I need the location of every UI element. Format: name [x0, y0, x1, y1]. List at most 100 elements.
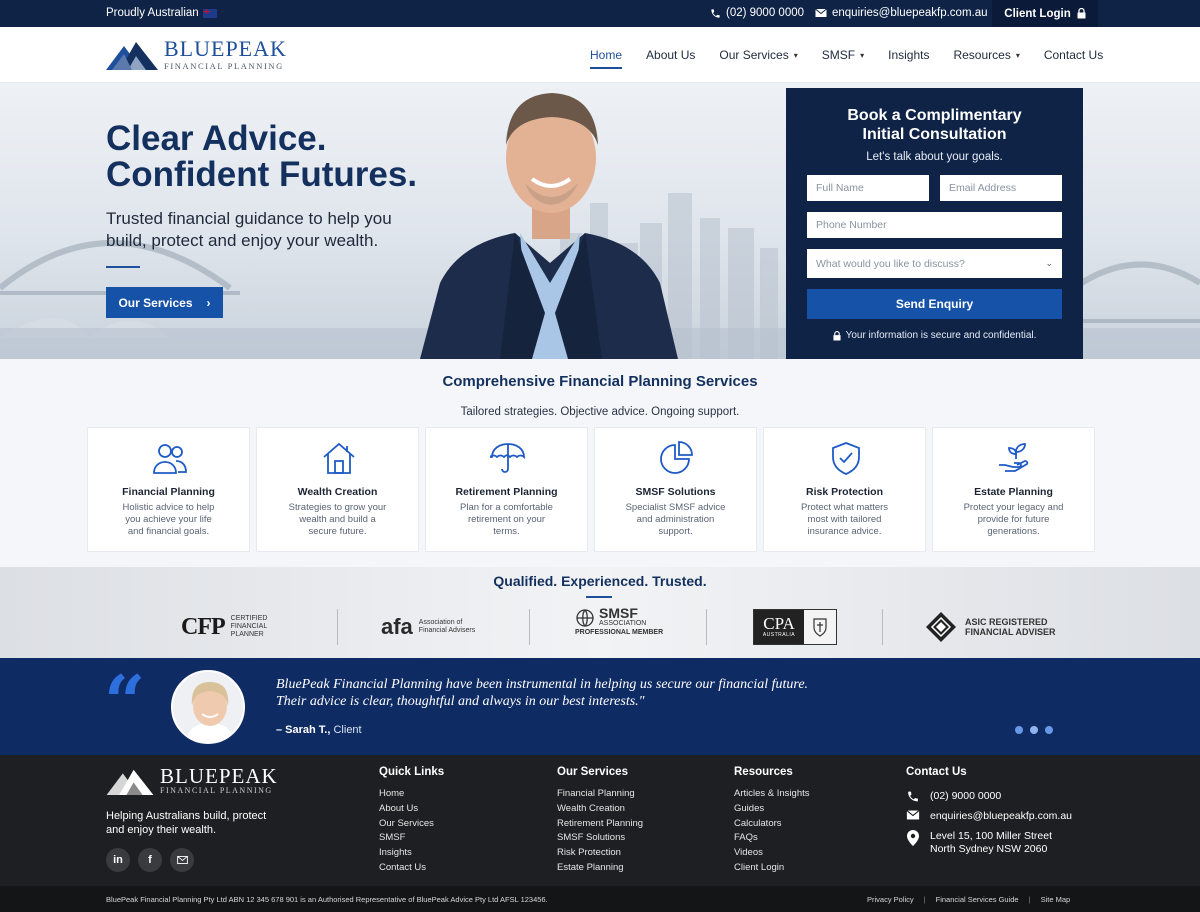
footer-link-calculators[interactable]: Calculators [734, 817, 810, 832]
topbar-email[interactable]: enquiries@bluepeakfp.com.au [815, 7, 988, 19]
hero-title: Clear Advice. Confident Futures. [106, 121, 417, 193]
badge-divider [882, 609, 883, 645]
secure-note: Your information is secure and confident… [786, 330, 1083, 341]
footer-link-smsf[interactable]: SMSF [379, 831, 444, 846]
crest-icon [813, 618, 827, 637]
footer-link-guides[interactable]: Guides [734, 802, 810, 817]
footer-link-retirement-planning[interactable]: Retirement Planning [557, 817, 643, 832]
footer-phone[interactable]: (02) 9000 0000 [906, 790, 1072, 803]
footer-link-estate-planning[interactable]: Estate Planning [557, 861, 643, 876]
footer-logo-subtitle: FINANCIAL PLANNING [160, 786, 273, 795]
testimonial-author-name: – Sarah T., [276, 724, 331, 736]
discuss-topic-select[interactable]: What would you like to discuss? ⌄ [807, 249, 1062, 278]
footer-link-insights[interactable]: Insights [379, 846, 444, 861]
footer-link-financial-planning[interactable]: Financial Planning [557, 787, 643, 802]
footer-logo[interactable]: BLUEPEAK FINANCIAL PLANNING [106, 766, 278, 795]
hero-divider [106, 266, 140, 268]
email-address-input[interactable] [940, 175, 1062, 201]
nav-smsf[interactable]: SMSF ▾ [810, 27, 876, 83]
site-logo[interactable]: BLUEPEAK FINANCIAL PLANNING [106, 36, 287, 71]
nav-insights[interactable]: Insights [876, 27, 941, 83]
footer-address-line1: Level 15, 100 Miller Street [930, 830, 1052, 842]
nav-resources-label: Resources [953, 48, 1011, 62]
footer-contact: Contact Us (02) 9000 0000 enquiries@blue… [906, 766, 1072, 863]
services-title: Comprehensive Financial Planning Service… [442, 373, 758, 390]
cpa-badge: CPA AUSTRALIA [753, 607, 837, 647]
service-card-smsf-solutions[interactable]: SMSF Solutions Specialist SMSF advice an… [594, 427, 757, 552]
footer-link-services[interactable]: Our Services [379, 817, 444, 832]
nav-services-label: Our Services [719, 48, 789, 62]
footer-link-videos[interactable]: Videos [734, 846, 810, 861]
footer-link-contact[interactable]: Contact Us [379, 861, 444, 876]
footer-link-home[interactable]: Home [379, 787, 444, 802]
legal-bar: BluePeak Financial Planning Pty Ltd ABN … [0, 886, 1200, 912]
house-icon [323, 442, 355, 474]
service-card-risk-protection[interactable]: Risk Protection Protect what matters mos… [763, 427, 926, 552]
footer-email[interactable]: enquiries@bluepeakfp.com.au [906, 810, 1072, 823]
legal-text: BluePeak Financial Planning Pty Ltd ABN … [106, 895, 548, 904]
footer-resources: Resources Articles & Insights Guides Cal… [734, 766, 810, 876]
footer-link-about[interactable]: About Us [379, 802, 444, 817]
our-services-title: Our Services [557, 766, 628, 778]
send-enquiry-button[interactable]: Send Enquiry [807, 289, 1062, 319]
site-header: BLUEPEAK FINANCIAL PLANNING Home About U… [0, 27, 1200, 83]
consultation-title-line1: Book a Complimentary [847, 107, 1022, 124]
service-card-title: Wealth Creation [297, 486, 378, 498]
nav-our-services[interactable]: Our Services ▾ [707, 27, 809, 83]
topbar-email-text: enquiries@bluepeakfp.com.au [832, 7, 988, 19]
footer-link-smsf-solutions[interactable]: SMSF Solutions [557, 831, 643, 846]
our-services-button[interactable]: Our Services › [106, 287, 223, 318]
tagline-text: Proudly Australian [106, 7, 199, 19]
nav-home[interactable]: Home [578, 27, 634, 83]
linkedin-glyph: in [113, 854, 123, 866]
footer-address: Level 15, 100 Miller Street North Sydney… [906, 830, 1072, 856]
nav-resources[interactable]: Resources ▾ [941, 27, 1031, 83]
carousel-dot-2[interactable] [1030, 726, 1038, 734]
footer-link-articles[interactable]: Articles & Insights [734, 787, 810, 802]
cpa-logo-sub: AUSTRALIA [762, 632, 796, 638]
footer-link-risk-protection[interactable]: Risk Protection [557, 846, 643, 861]
asic-line1: ASIC REGISTERED [965, 617, 1048, 627]
carousel-dot-1[interactable] [1015, 726, 1023, 734]
send-enquiry-label: Send Enquiry [895, 297, 974, 311]
footer-our-services: Our Services Financial Planning Wealth C… [557, 766, 643, 876]
email-icon[interactable] [170, 848, 194, 872]
testimonial-quote: BluePeak Financial Planning have been in… [276, 676, 876, 710]
service-card-wealth-creation[interactable]: Wealth Creation Strategies to grow your … [256, 427, 419, 552]
map-pin-icon [907, 830, 919, 846]
nav-home-label: Home [590, 48, 623, 62]
afa-logo-text-2: Financial Advisers [418, 627, 476, 634]
logo-wordmark: BLUEPEAK [164, 36, 287, 61]
service-card-text: Specialist SMSF advice and administratio… [625, 502, 726, 537]
phone-number-input[interactable] [807, 212, 1062, 238]
service-card-estate-planning[interactable]: Estate Planning Protect your legacy and … [932, 427, 1095, 552]
service-card-financial-planning[interactable]: Financial Planning Holistic advice to he… [87, 427, 250, 552]
carousel-dot-3[interactable] [1045, 726, 1053, 734]
mountain-logo-icon [106, 769, 154, 795]
topbar-phone[interactable]: (02) 9000 0000 [710, 7, 804, 19]
privacy-policy-link[interactable]: Privacy Policy [867, 895, 914, 904]
footer-link-client-login[interactable]: Client Login [734, 861, 810, 876]
quote-icon: “ [104, 659, 146, 744]
footer-email-text: enquiries@bluepeakfp.com.au [930, 810, 1072, 822]
nav-insights-label: Insights [888, 48, 930, 62]
site-map-link[interactable]: Site Map [1041, 895, 1071, 904]
service-card-title: SMSF Solutions [635, 486, 716, 498]
linkedin-icon[interactable]: in [106, 848, 130, 872]
smsf-badge: SMSF ASSOCIATION PROFESSIONAL MEMBER [575, 606, 663, 647]
badge-divider [706, 609, 707, 645]
asic-diamond-icon [926, 612, 956, 642]
facebook-icon[interactable]: f [138, 848, 162, 872]
full-name-input[interactable] [807, 175, 929, 201]
chevron-down-icon: ▾ [860, 50, 865, 60]
footer-link-faqs[interactable]: FAQs [734, 831, 810, 846]
people-icon [153, 444, 187, 474]
nav-contact-us[interactable]: Contact Us [1032, 27, 1115, 83]
services-section: Comprehensive Financial Planning Service… [0, 359, 1200, 567]
nav-about-us[interactable]: About Us [634, 27, 707, 83]
client-login-button[interactable]: Client Login [992, 0, 1098, 27]
fsg-link[interactable]: Financial Services Guide [936, 895, 1019, 904]
nav-contact-label: Contact Us [1043, 48, 1104, 62]
service-card-retirement-planning[interactable]: Retirement Planning Plan for a comfortab… [425, 427, 588, 552]
footer-link-wealth-creation[interactable]: Wealth Creation [557, 802, 643, 817]
